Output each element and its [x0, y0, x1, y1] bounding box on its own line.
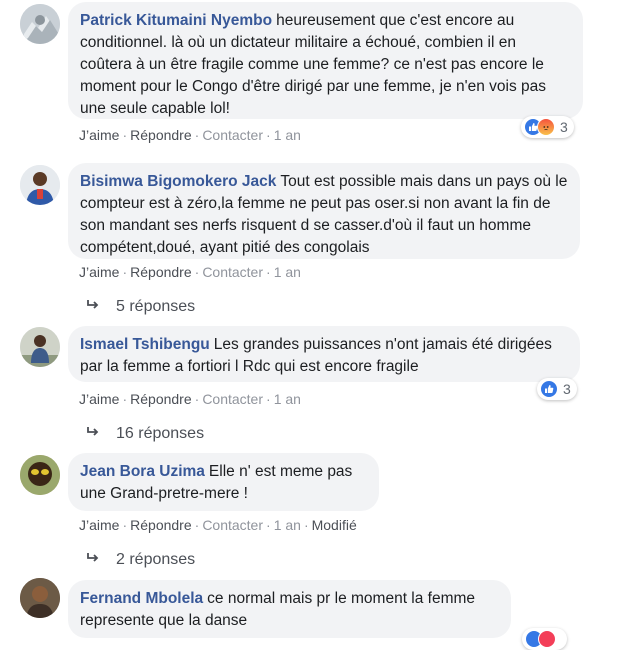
avatar-image	[20, 165, 60, 205]
comment-actions: J’aime · Répondre · Contacter · 1 an · Modifié	[79, 517, 357, 533]
replies-count[interactable]: 5 réponses	[116, 298, 195, 315]
avatar-image	[20, 455, 60, 495]
reply-link[interactable]: Répondre	[130, 264, 192, 280]
contact-link[interactable]: Contacter	[202, 264, 263, 280]
comment-bubble: Fernand Mbolela ce normal mais pr le mome…	[68, 580, 511, 638]
contact-link[interactable]: Contacter	[202, 391, 263, 407]
replies-count[interactable]: 2 réponses	[116, 551, 195, 568]
contact-link[interactable]: Contacter	[202, 517, 263, 533]
timestamp[interactable]: 1 an	[274, 127, 301, 143]
like-link[interactable]: J’aime	[79, 391, 119, 407]
comment-bubble: Ismael Tshibengu Les grandes puissances n…	[68, 326, 580, 382]
like-link[interactable]: J’aime	[79, 264, 119, 280]
timestamp[interactable]: 1 an	[274, 391, 301, 407]
avatar[interactable]	[20, 455, 60, 495]
reply-arrow-icon	[86, 425, 112, 442]
comment-bubble: Patrick Kitumaini Nyembo heureusement que…	[68, 2, 583, 119]
view-replies-link[interactable]: 2 réponses	[86, 551, 195, 569]
reactions-summary[interactable]: 3	[537, 378, 577, 400]
comment-bubble: Bisimwa Bigomokero Jack Tout est possible…	[68, 163, 580, 259]
reactions-summary[interactable]	[522, 628, 567, 650]
reply-link[interactable]: Répondre	[130, 127, 192, 143]
like-link[interactable]: J’aime	[79, 517, 119, 533]
avatar-image	[20, 327, 60, 367]
reply-arrow-icon	[86, 298, 112, 315]
reply-link[interactable]: Répondre	[130, 517, 192, 533]
like-icon	[540, 380, 558, 398]
avatar-image	[20, 578, 60, 618]
avatar[interactable]	[20, 4, 60, 44]
avatar[interactable]	[20, 165, 60, 205]
avatar-image	[20, 4, 60, 44]
like-link[interactable]: J’aime	[79, 127, 119, 143]
edited-label[interactable]: Modifié	[312, 517, 357, 533]
reaction-count: 3	[563, 381, 571, 397]
comment-bubble: Jean Bora Uzima Elle n' est meme pas une …	[68, 453, 379, 511]
love-icon	[538, 630, 556, 648]
timestamp[interactable]: 1 an	[274, 264, 301, 280]
avatar[interactable]	[20, 327, 60, 367]
comment-author[interactable]: Ismael Tshibengu	[80, 336, 210, 353]
view-replies-link[interactable]: 5 réponses	[86, 298, 195, 316]
avatar[interactable]	[20, 578, 60, 618]
comment-actions: J’aime · Répondre · Contacter · 1 an	[79, 264, 301, 280]
reaction-count: 3	[560, 119, 568, 135]
comment-author[interactable]: Bisimwa Bigomokero Jack	[80, 173, 276, 190]
reply-link[interactable]: Répondre	[130, 391, 192, 407]
replies-count[interactable]: 16 réponses	[116, 425, 204, 442]
comment-author[interactable]: Jean Bora Uzima	[80, 463, 205, 480]
comment-author[interactable]: Fernand Mbolela	[80, 590, 203, 607]
reply-arrow-icon	[86, 551, 112, 568]
reactions-summary[interactable]: 3	[521, 116, 574, 138]
comment-actions: J’aime · Répondre · Contacter · 1 an	[79, 127, 301, 143]
timestamp[interactable]: 1 an	[274, 517, 301, 533]
comment-actions: J’aime · Répondre · Contacter · 1 an	[79, 391, 301, 407]
comment-author[interactable]: Patrick Kitumaini Nyembo	[80, 12, 272, 29]
view-replies-link[interactable]: 16 réponses	[86, 425, 204, 443]
contact-link[interactable]: Contacter	[202, 127, 263, 143]
angry-icon	[537, 118, 555, 136]
